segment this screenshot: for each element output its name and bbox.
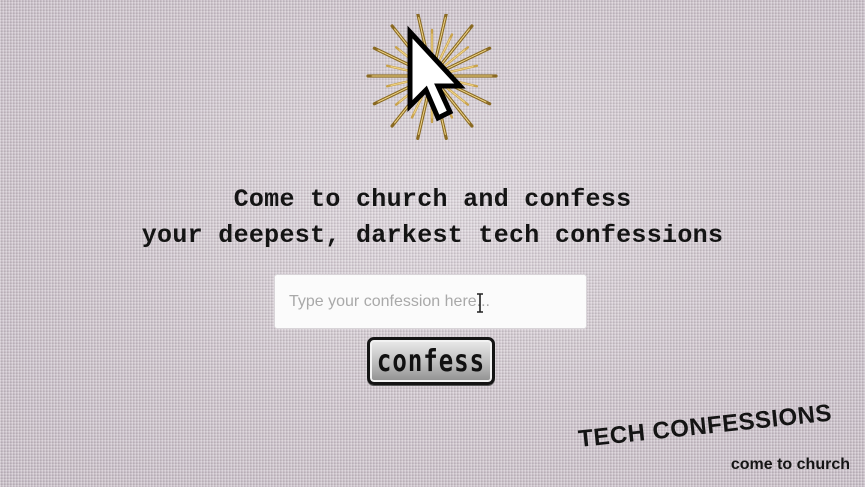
headline-line-1: Come to church and confess <box>233 185 632 214</box>
headline-line-2: your deepest, darkest tech confessions <box>141 221 724 250</box>
logo <box>362 14 502 154</box>
brand-title: TECH CONFESSIONS <box>577 399 834 454</box>
headline: Come to church and confess your deepest,… <box>0 182 865 254</box>
golden-starburst-icon <box>366 14 498 140</box>
confession-input[interactable] <box>274 274 587 329</box>
i-beam-cursor-icon <box>475 293 485 313</box>
confess-button-label: confess <box>376 343 486 379</box>
brand-subtitle: come to church <box>730 456 850 473</box>
confess-button[interactable]: confess <box>367 337 495 385</box>
brand-wordmark: TECH CONFESSIONS come to church <box>577 400 858 480</box>
